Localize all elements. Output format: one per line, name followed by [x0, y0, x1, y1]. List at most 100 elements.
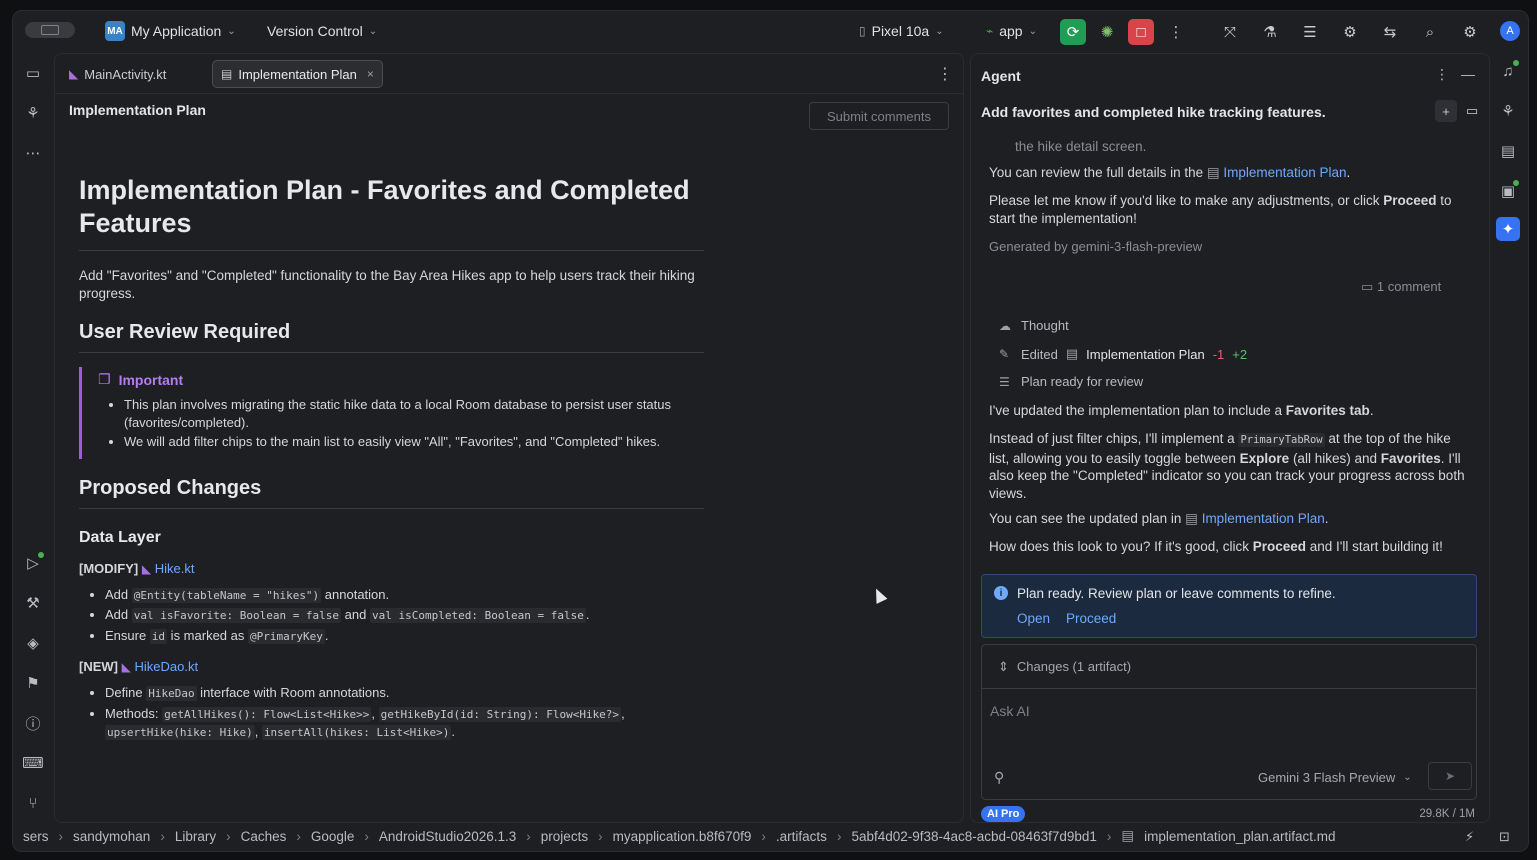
chat-message: I've updated the implementation plan to …: [989, 403, 1374, 418]
chat-message: Instead of just filter chips, I'll imple…: [989, 431, 1465, 501]
new-tag: [NEW]: [79, 659, 118, 674]
tab-menu-icon[interactable]: ⋮: [937, 64, 953, 84]
breadcrumb-item[interactable]: myapplication.b8f670f9: [613, 829, 752, 844]
breadcrumb-item[interactable]: implementation_plan.artifact.md: [1144, 829, 1335, 844]
resource-manager-icon[interactable]: ⚘: [21, 101, 45, 125]
doc-intro: Add "Favorites" and "Completed" function…: [79, 268, 695, 301]
breadcrumb-item[interactable]: sandymohan: [73, 829, 150, 844]
device-selector[interactable]: ▯ Pixel 10a ⌄: [859, 11, 944, 51]
no-problems-icon[interactable]: ⚡: [1465, 829, 1474, 845]
vcs-menu[interactable]: Version Control ⌄: [267, 11, 377, 51]
chevron-down-icon: ⌄: [227, 25, 236, 37]
more-actions-icon[interactable]: ⋮: [1163, 19, 1189, 45]
search-icon[interactable]: ⌕: [1417, 19, 1443, 45]
thought-row[interactable]: ☁ Thought: [981, 318, 1069, 333]
lock-icon[interactable]: ⊡: [1499, 829, 1510, 845]
breadcrumb-item[interactable]: sers: [23, 829, 49, 844]
breadcrumb-item[interactable]: .artifacts: [776, 829, 827, 844]
problems-icon[interactable]: ⓘ: [21, 711, 45, 735]
ask-ai-input[interactable]: Ask AI: [990, 703, 1030, 719]
breadcrumb-item[interactable]: Google: [311, 829, 355, 844]
sync-icon[interactable]: ⚙: [1337, 19, 1363, 45]
lines-removed: -1: [1212, 346, 1225, 362]
list-item: Add @Entity(tableName = "hikes") annotat…: [105, 586, 704, 605]
build-icon[interactable]: ⚒: [21, 591, 45, 615]
open-plan-button[interactable]: Open: [1017, 611, 1050, 626]
tab-mainactivity[interactable]: ◣ MainActivity.kt: [61, 60, 174, 88]
gradle-icon[interactable]: ⚘: [1496, 99, 1520, 123]
minimize-icon[interactable]: —: [1461, 66, 1475, 82]
file-link-hike[interactable]: Hike.kt: [155, 561, 195, 576]
debug-button[interactable]: ✺: [1094, 19, 1120, 45]
tab-implementation-plan[interactable]: ▤ Implementation Plan ×: [212, 60, 383, 88]
gem-icon[interactable]: ◈: [21, 631, 45, 655]
breadcrumb-item[interactable]: AndroidStudio2026.1.3: [379, 829, 516, 844]
chevron-right-icon: ›: [160, 828, 165, 844]
project-selector[interactable]: MA My Application ⌄: [105, 11, 236, 51]
title-bar: MA My Application ⌄ Version Control ⌄ ▯ …: [13, 11, 1528, 51]
agent-menu-icon[interactable]: ⋮: [1435, 66, 1449, 83]
avatar[interactable]: A: [1500, 21, 1520, 41]
more-tools-icon[interactable]: ⋯: [21, 141, 45, 165]
chat-message: You can review the full details in the ▤…: [989, 165, 1351, 180]
chevron-down-icon: ⌄: [1028, 25, 1037, 37]
device-mirror-icon[interactable]: ⇆: [1377, 19, 1403, 45]
notifications-icon[interactable]: ♫: [1496, 59, 1520, 83]
layout-inspector-icon[interactable]: ⤧: [1217, 19, 1243, 45]
implementation-plan-link[interactable]: Implementation Plan: [1202, 511, 1325, 526]
tab-label: MainActivity.kt: [84, 66, 167, 82]
breadcrumb-item[interactable]: Library: [175, 829, 216, 844]
submit-comments-button[interactable]: Submit comments: [809, 102, 949, 130]
list-item: This plan involves migrating the static …: [124, 396, 704, 431]
model-selector[interactable]: Gemini 3 Flash Preview ⌄: [1258, 770, 1412, 785]
chevron-right-icon: ›: [836, 828, 842, 844]
window-switcher-button[interactable]: [25, 22, 75, 38]
document-icon: ▤: [1206, 165, 1224, 180]
tab-label: Implementation Plan: [238, 66, 357, 82]
edited-label: Edited: [1021, 346, 1058, 362]
breadcrumb-item[interactable]: Caches: [241, 829, 287, 844]
git-branch-icon[interactable]: ⑂: [21, 791, 45, 815]
chat-message: You can see the updated plan in ▤ Implem…: [989, 511, 1329, 526]
android-icon: ⌁: [986, 24, 994, 38]
folder-icon[interactable]: ▭: [21, 61, 45, 85]
new-file-line: [NEW] ◣ HikeDao.kt: [79, 659, 704, 674]
breadcrumb-item[interactable]: projects: [541, 829, 588, 844]
pencil-icon: ✎: [999, 347, 1010, 361]
close-icon[interactable]: ×: [367, 67, 374, 81]
ai-assist-icon[interactable]: ⚗: [1257, 19, 1283, 45]
device-manager-icon[interactable]: ▤: [1496, 139, 1520, 163]
model-name: Gemini 3 Flash Preview: [1258, 770, 1396, 785]
agent-panel-icon[interactable]: ✦: [1496, 217, 1520, 241]
cut-off-text: the hike detail screen.: [1015, 139, 1147, 154]
comment-count[interactable]: ▭ 1 comment: [1361, 278, 1481, 296]
chat-message: Please let me know if you'd like to make…: [989, 193, 1452, 226]
device-explorer-icon[interactable]: ▣: [1496, 179, 1520, 203]
file-link-hikedao[interactable]: HikeDao.kt: [134, 659, 198, 674]
paperclip-icon[interactable]: ⚲: [994, 769, 1004, 786]
logcat-icon[interactable]: ☰: [1297, 19, 1323, 45]
section-user-review: User Review Required: [79, 321, 704, 353]
new-chat-button[interactable]: +: [1435, 100, 1457, 122]
ide-window: MA My Application ⌄ Version Control ⌄ ▯ …: [12, 10, 1529, 852]
gear-icon[interactable]: ⚙: [1457, 19, 1483, 45]
edited-row[interactable]: ✎ Edited ▤ Implementation Plan -1 +2: [981, 346, 1247, 362]
send-button[interactable]: ➤: [1428, 762, 1472, 790]
plan-ready-row[interactable]: ☰ Plan ready for review: [981, 374, 1143, 389]
chat-history-icon[interactable]: ▭: [1461, 100, 1483, 122]
rerun-button[interactable]: ⟳: [1060, 19, 1086, 45]
stop-button[interactable]: □: [1128, 19, 1154, 45]
chevron-right-icon: ›: [526, 828, 531, 844]
breadcrumb-item[interactable]: 5abf4d02-9f38-4ac8-acbd-08463f7d9bd1: [851, 829, 1096, 844]
editor-tabs: ◣ MainActivity.kt ▤ Implementation Plan …: [55, 54, 963, 94]
status-dot: [1513, 60, 1519, 66]
run-config-selector[interactable]: ⌁ app ⌄: [986, 11, 1037, 51]
proceed-button[interactable]: Proceed: [1066, 611, 1116, 626]
implementation-plan-link[interactable]: Implementation Plan: [1223, 165, 1346, 180]
app-quality-icon[interactable]: ⚑: [21, 671, 45, 695]
run-tool-icon[interactable]: ▷: [21, 551, 45, 575]
device-name: Pixel 10a: [871, 23, 930, 39]
terminal-icon[interactable]: ⌨: [21, 751, 45, 775]
status-dot: [1513, 180, 1519, 186]
changes-toggle[interactable]: ⇕ Changes (1 artifact): [982, 645, 1476, 689]
